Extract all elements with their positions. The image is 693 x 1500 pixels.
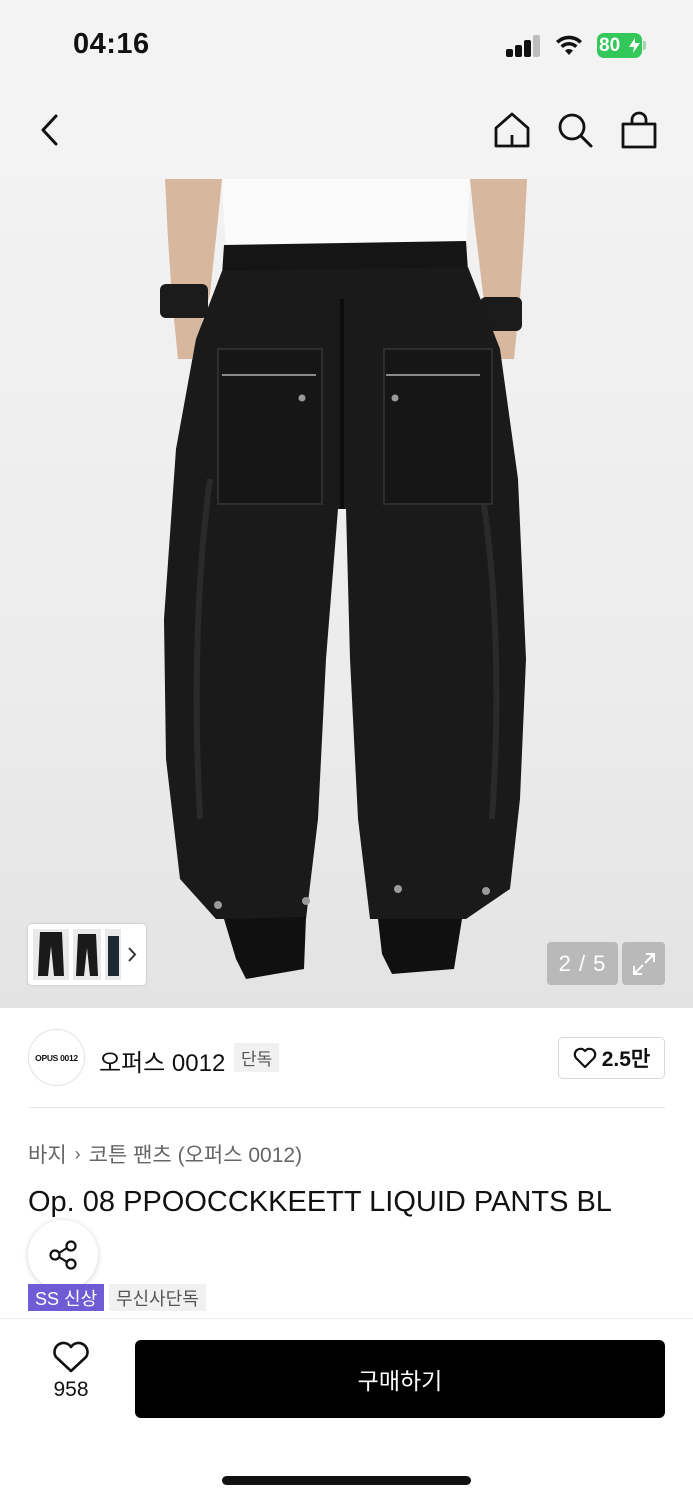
heart-icon: [573, 1047, 597, 1069]
search-button[interactable]: [553, 108, 597, 152]
share-button[interactable]: [28, 1220, 98, 1290]
product-photo: [160, 179, 527, 979]
search-icon: [558, 113, 593, 148]
divider: [28, 1107, 665, 1108]
heart-icon: [53, 1341, 89, 1373]
wifi-icon: [556, 35, 582, 55]
brand-exclusive-badge: 단독: [234, 1043, 280, 1072]
brand-name[interactable]: 오퍼스 0012: [99, 1043, 225, 1078]
home-indicator[interactable]: [222, 1476, 471, 1485]
cellular-signal-icon: [506, 35, 542, 57]
status-time: 04:16: [73, 28, 150, 60]
breadcrumb: 바지 › 코튼 팬츠 (오퍼스 0012): [28, 1139, 302, 1169]
breadcrumb-subcategory[interactable]: 코튼 팬츠 (오퍼스 0012): [89, 1139, 302, 1169]
product-like-count: 958: [53, 1378, 89, 1401]
brand-like-button[interactable]: 2.5만: [558, 1037, 665, 1079]
expand-image-button[interactable]: [622, 942, 665, 985]
tag-ss-new: SS 신상: [28, 1284, 105, 1311]
chevron-right-icon: [128, 947, 137, 962]
product-title: Op. 08 PPOOCCKKEETT LIQUID PANTS BL: [28, 1186, 612, 1218]
tag-musinsa-exclusive: 무신사단독: [109, 1284, 206, 1311]
brand-logo[interactable]: OPUS 0012: [28, 1029, 85, 1086]
image-page-counter: 2 / 5: [547, 942, 618, 985]
expand-icon: [632, 952, 655, 975]
cart-button[interactable]: [617, 108, 661, 152]
shopping-bag-icon: [621, 111, 657, 149]
battery-level: 80: [599, 35, 621, 56]
product-image[interactable]: [0, 179, 693, 1008]
status-bar: 04:16 80: [0, 0, 693, 90]
product-like-button[interactable]: 958: [40, 1340, 102, 1420]
breadcrumb-category[interactable]: 바지: [28, 1139, 67, 1169]
back-button[interactable]: [28, 108, 72, 152]
home-button[interactable]: [490, 108, 534, 152]
battery-charging-icon: 80: [597, 33, 647, 58]
thumbnail-strip[interactable]: [28, 924, 146, 985]
home-icon: [494, 112, 530, 148]
back-chevron-icon: [41, 114, 58, 146]
share-icon: [49, 1240, 77, 1270]
buy-button[interactable]: 구매하기: [135, 1340, 665, 1418]
breadcrumb-separator-icon: ›: [74, 1143, 81, 1164]
top-nav: [0, 90, 693, 179]
brand-like-count: 2.5만: [601, 1048, 651, 1071]
